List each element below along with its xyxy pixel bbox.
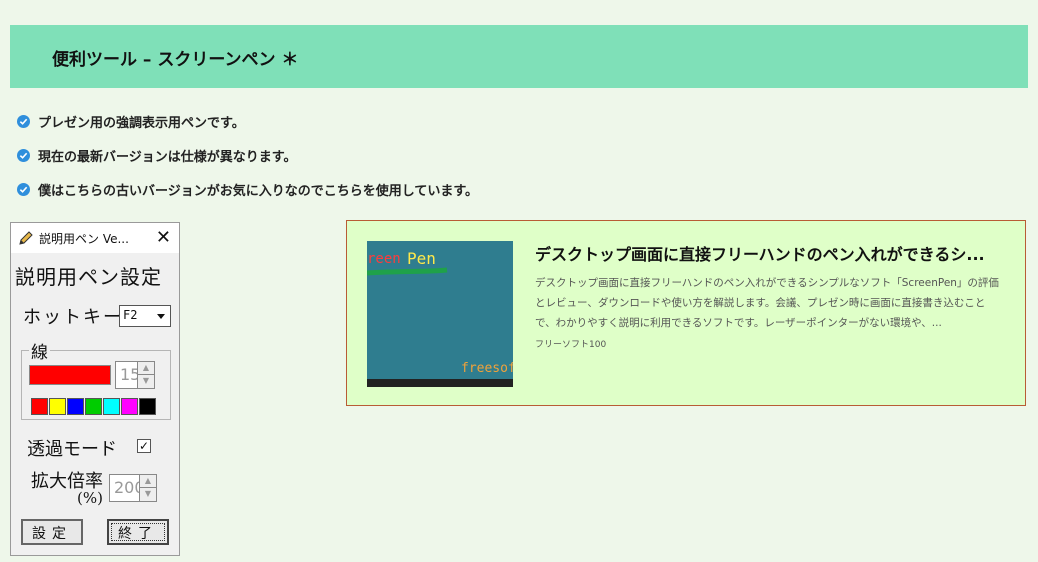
list-item-text: プレゼン用の強調表示用ペンです。 [38,115,245,131]
color-swatch [67,398,84,415]
color-swatch [31,398,48,415]
card-title[interactable]: デスクトップ画面に直接フリーハンドのペン入れができるシ... [535,241,1005,265]
hotkey-select: F2 [119,305,171,327]
dialog-titlebar: 説明用ペン Ve... ✕ [11,223,179,253]
pencil-icon [19,231,33,245]
page-header: 便利ツール – スクリーンペン ＊ [10,25,1028,88]
zoom-unit: (%) [77,489,103,507]
line-color-preview [29,365,111,385]
list-item-text: 僕はこちらの古いバージョンがお気に入りなのでこちらを使用しています。 [38,183,479,199]
spinner-buttons: ▲ ▼ [139,474,157,502]
card-site-name: フリーソフト100 [535,340,607,350]
screenpen-dialog-screenshot: 説明用ペン Ve... ✕ 説明用ペン設定 ホットキー F2 線 15 ▲ ▼ … [10,222,180,556]
color-swatch [103,398,120,415]
spin-down-icon: ▼ [144,489,152,498]
spin-up-icon: ▲ [140,475,156,488]
transparent-mode-label: 透過モード [27,439,117,460]
check-circle-icon [17,182,30,196]
color-swatch [85,398,102,415]
card-thumbnail: reen Pen freesof [367,241,513,387]
color-swatch [49,398,66,415]
spinner-buttons: ▲ ▼ [137,361,155,389]
exit-button: 終了 [107,519,169,545]
line-width-spinner: 15 ▲ ▼ [115,361,155,389]
hotkey-label: ホットキー [23,307,123,328]
color-swatch [121,398,138,415]
set-button: 設定 [21,519,83,545]
list-item: 僕はこちらの古いバージョンがお気に入りなのでこちらを使用しています。 [17,179,478,199]
list-item-text: 現在の最新バージョンは仕様が異なります。 [38,149,297,165]
color-swatch [139,398,156,415]
line-group-label: 線 [29,338,50,363]
thumb-text-left: reen [367,251,401,267]
hotkey-value: F2 [123,308,138,322]
thumb-text-corner: freesof [461,361,513,376]
spin-up-icon: ▲ [138,362,154,375]
dialog-heading: 説明用ペン設定 [15,265,162,289]
card-description: デスクトップ画面に直接フリーハンドのペン入れができるシンプルなソフト「Scree… [535,277,999,329]
close-icon: ✕ [155,227,171,248]
chevron-down-icon [157,314,165,319]
color-swatches [31,398,157,415]
zoom-spinner: 200 ▲ ▼ [109,474,157,502]
dialog-title: 説明用ペン Ve... [39,232,129,246]
transparent-mode-checkbox: ✓ [137,439,151,453]
list-item: プレゼン用の強調表示用ペンです。 [17,111,245,131]
page-title: 便利ツール – スクリーンペン ＊ [52,50,299,70]
check-circle-icon [17,114,30,128]
spin-down-icon: ▼ [142,376,150,385]
link-card[interactable]: reen Pen freesof デスクトップ画面に直接フリーハンドのペン入れが… [346,220,1026,406]
thumb-taskbar [367,379,513,387]
list-item: 現在の最新バージョンは仕様が異なります。 [17,145,296,165]
check-circle-icon [17,148,30,162]
thumb-text-right: Pen [407,249,436,268]
